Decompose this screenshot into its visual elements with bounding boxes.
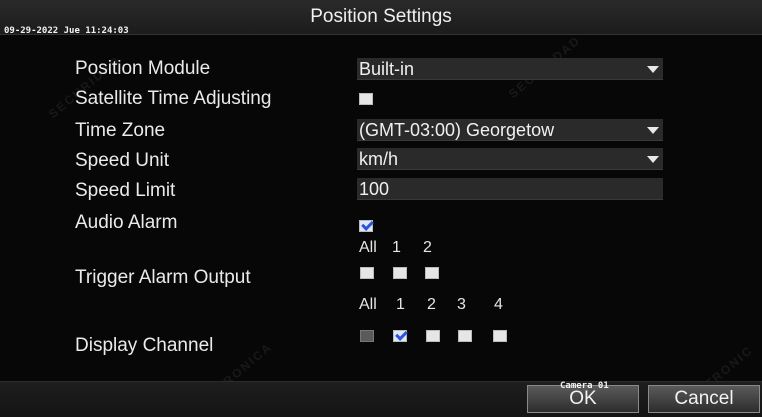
trigger-header-2: 2 xyxy=(423,239,432,256)
satellite-time-label: Satellite Time Adjusting xyxy=(75,88,272,109)
time-zone-label: Time Zone xyxy=(75,120,166,141)
channel-header-1: 1 xyxy=(396,296,405,313)
channel-header-3: 3 xyxy=(457,296,466,313)
trigger-alarm-output-label: Trigger Alarm Output xyxy=(75,267,251,288)
speed-limit-input[interactable]: 100 xyxy=(357,178,663,200)
chevron-down-icon[interactable] xyxy=(647,127,659,134)
position-module-value: Built-in xyxy=(359,59,415,79)
trigger-header-1: 1 xyxy=(392,239,401,256)
position-module-label: Position Module xyxy=(75,58,211,79)
trigger-header-all: All xyxy=(359,239,377,256)
time-zone-value: (GMT-03:00) Georgetow xyxy=(359,120,555,140)
channel-1-checkbox[interactable] xyxy=(393,330,407,342)
speed-unit-select[interactable]: km/h xyxy=(357,148,663,170)
audio-alarm-checkbox[interactable] xyxy=(359,220,373,232)
camera-label: Camera 01 xyxy=(560,381,609,391)
channel-4-checkbox[interactable] xyxy=(493,330,507,342)
trigger-1-checkbox[interactable] xyxy=(393,267,407,279)
cancel-button[interactable]: Cancel xyxy=(648,385,760,413)
page-title: Position Settings xyxy=(310,6,452,27)
speed-unit-label: Speed Unit xyxy=(75,150,170,171)
channel-3-checkbox[interactable] xyxy=(458,330,472,342)
speed-unit-value: km/h xyxy=(359,149,399,169)
display-channel-label: Display Channel xyxy=(75,335,214,356)
speed-limit-label: Speed Limit xyxy=(75,180,176,201)
position-module-select[interactable]: Built-in xyxy=(357,58,663,80)
satellite-time-checkbox[interactable] xyxy=(359,93,373,105)
trigger-all-checkbox[interactable] xyxy=(360,267,374,279)
channel-all-checkbox[interactable] xyxy=(360,330,374,342)
settings-panel xyxy=(0,35,762,381)
trigger-2-checkbox[interactable] xyxy=(425,267,439,279)
chevron-down-icon[interactable] xyxy=(647,156,659,163)
channel-2-checkbox[interactable] xyxy=(426,330,440,342)
speed-limit-value: 100 xyxy=(359,179,390,199)
channel-header-4: 4 xyxy=(494,296,503,313)
channel-header-all: All xyxy=(359,296,377,313)
channel-header-2: 2 xyxy=(427,296,436,313)
time-zone-select[interactable]: (GMT-03:00) Georgetow xyxy=(357,119,663,141)
chevron-down-icon[interactable] xyxy=(647,66,659,73)
audio-alarm-label: Audio Alarm xyxy=(75,212,178,233)
